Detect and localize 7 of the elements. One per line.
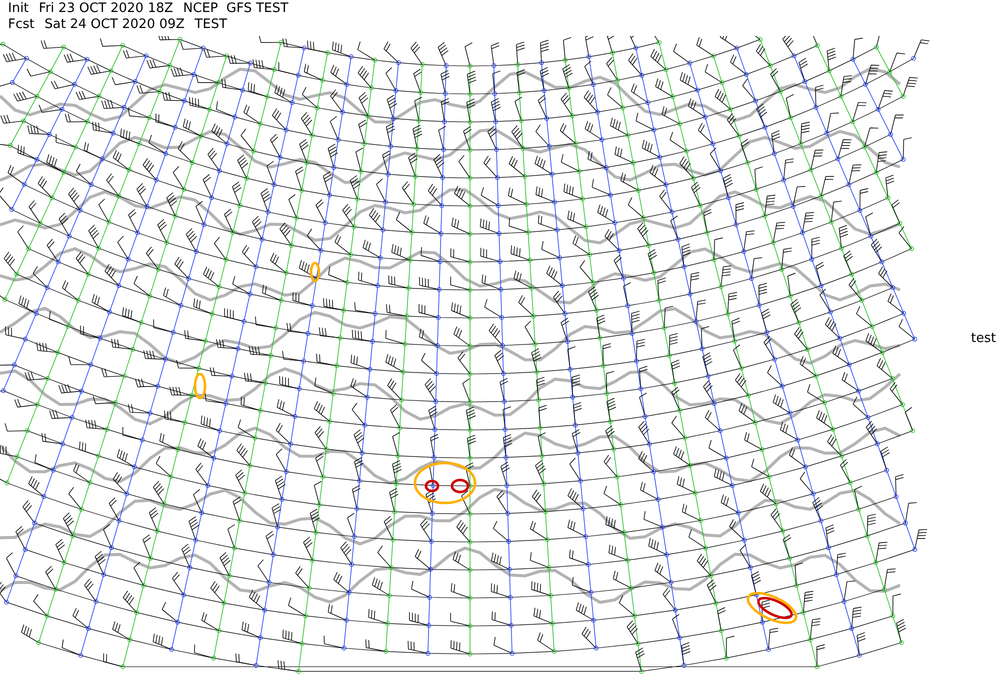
forecast-time: Fri 23 OCT 2020 18Z — [38, 1, 174, 17]
header-label: Init — [8, 1, 29, 17]
side-label: test — [971, 330, 996, 346]
model-name: TEST — [194, 17, 228, 33]
model-name: NCEP GFS TEST — [183, 1, 288, 17]
header-label: Fcst — [8, 17, 34, 33]
forecast-time: Sat 24 OCT 2020 09Z — [44, 17, 185, 33]
